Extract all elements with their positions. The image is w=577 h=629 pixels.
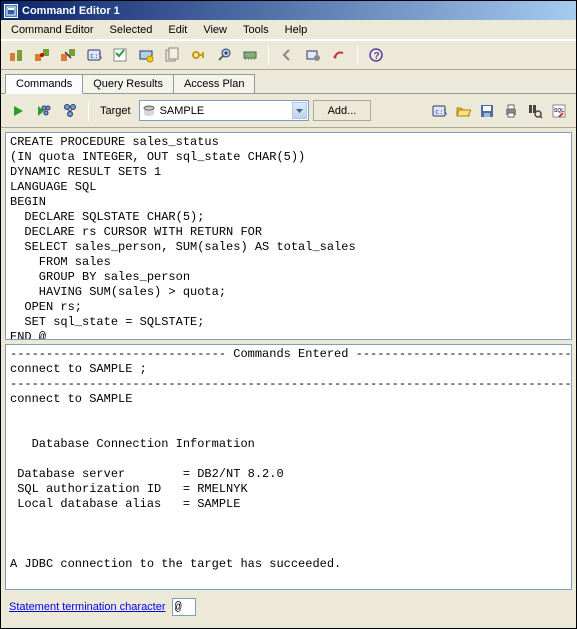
tool-command-editor-icon[interactable]: c:\ <box>83 44 105 66</box>
tool-satellite-icon[interactable] <box>57 44 79 66</box>
execute-sql-icon[interactable] <box>33 100 55 122</box>
menu-command-editor[interactable]: Command Editor <box>3 22 102 38</box>
tool-configure-icon[interactable] <box>213 44 235 66</box>
sql-editor[interactable]: CREATE PROCEDURE sales_status (IN quota … <box>5 132 572 340</box>
tab-query-results[interactable]: Query Results <box>82 74 174 93</box>
tool-control-center-icon[interactable] <box>5 44 27 66</box>
find-icon[interactable] <box>524 100 546 122</box>
sql-assist-icon[interactable]: SQL <box>548 100 570 122</box>
tab-access-plan[interactable]: Access Plan <box>173 74 256 93</box>
tool-back-icon[interactable] <box>276 44 298 66</box>
tool-replication-icon[interactable] <box>31 44 53 66</box>
toolbar-separator <box>357 45 358 65</box>
footer: Statement termination character <box>1 594 576 622</box>
tool-license-icon[interactable] <box>187 44 209 66</box>
database-icon <box>142 104 156 118</box>
titlebar: Command Editor 1 <box>1 1 576 20</box>
tool-journal-icon[interactable] <box>161 44 183 66</box>
execute-icon[interactable] <box>7 100 29 122</box>
svg-text:c:\: c:\ <box>435 108 447 116</box>
menu-help[interactable]: Help <box>277 22 316 38</box>
svg-text:c:\: c:\ <box>90 52 102 60</box>
menubar: Command Editor Selected Edit View Tools … <box>1 20 576 40</box>
tool-legend-icon[interactable] <box>328 44 350 66</box>
tool-tools-settings-icon[interactable] <box>302 44 324 66</box>
tool-task-center-icon[interactable] <box>109 44 131 66</box>
main-toolbar: c:\ ? <box>1 40 576 70</box>
app-icon <box>4 4 18 18</box>
save-icon[interactable] <box>476 100 498 122</box>
access-plan-icon[interactable] <box>59 100 81 122</box>
termination-char-link[interactable]: Statement termination character <box>9 601 166 613</box>
output-panel[interactable]: ------------------------------ Commands … <box>5 344 572 590</box>
tool-memory-icon[interactable] <box>239 44 261 66</box>
tab-row: Commands Query Results Access Plan <box>1 70 576 94</box>
target-label: Target <box>100 105 131 117</box>
termination-char-input[interactable] <box>172 598 196 616</box>
open-icon[interactable] <box>452 100 474 122</box>
print-icon[interactable] <box>500 100 522 122</box>
tab-commands[interactable]: Commands <box>5 74 83 94</box>
menu-selected[interactable]: Selected <box>102 22 161 38</box>
target-select[interactable]: SAMPLE <box>139 100 309 121</box>
menu-edit[interactable]: Edit <box>160 22 195 38</box>
target-value: SAMPLE <box>160 105 205 117</box>
svg-text:?: ? <box>374 51 380 62</box>
menu-view[interactable]: View <box>195 22 235 38</box>
dropdown-arrow-icon[interactable] <box>292 102 307 119</box>
tool-health-center-icon[interactable] <box>135 44 157 66</box>
window-title: Command Editor 1 <box>22 5 120 17</box>
command-bar: Target SAMPLE Add... c:\ SQL <box>1 94 576 128</box>
menu-tools[interactable]: Tools <box>235 22 277 38</box>
toolbar-separator <box>268 45 269 65</box>
history-icon[interactable]: c:\ <box>428 100 450 122</box>
tool-help-icon[interactable]: ? <box>365 44 387 66</box>
add-button[interactable]: Add... <box>313 100 372 121</box>
toolbar-separator <box>88 101 89 121</box>
